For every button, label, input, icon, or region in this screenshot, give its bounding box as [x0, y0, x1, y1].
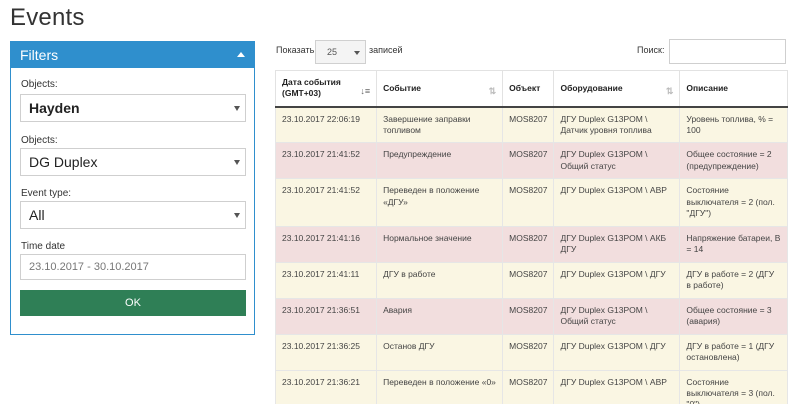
filters-header[interactable]: Filters — [11, 42, 254, 68]
cell-description: Уровень топлива, % = 100 — [679, 105, 788, 144]
column-header-date[interactable]: Дата события (GMT+03) ↓≡ — [274, 70, 378, 108]
table-row[interactable]: 23.10.2017 21:36:21 Переведен в положение… — [274, 369, 788, 404]
cell-equipment: ДГУ Duplex G13POM \ ДГУ — [553, 333, 681, 371]
chevron-down-icon — [234, 213, 240, 218]
search-input[interactable] — [669, 39, 786, 64]
chevron-up-icon[interactable] — [237, 52, 245, 57]
time-date-value: 23.10.2017 - 30.10.2017 — [29, 261, 149, 273]
cell-description: Общее состояние = 2 (предупреждение) — [679, 142, 788, 180]
cell-date: 23.10.2017 21:36:25 — [274, 333, 378, 371]
event-type-select[interactable]: All — [20, 201, 246, 229]
time-date-input[interactable]: 23.10.2017 - 30.10.2017 — [20, 254, 246, 280]
cell-description: Состояние выключателя = 2 (пол. "ДГУ") — [679, 178, 788, 227]
cell-equipment: ДГУ Duplex G13POM \ ДГУ — [553, 261, 681, 299]
objects-label-1: Objects: — [21, 79, 58, 90]
sort-icon[interactable]: ↓≡ — [360, 86, 370, 98]
objects-select-1[interactable]: Hayden — [20, 94, 246, 122]
page-title: Events — [10, 4, 85, 31]
page-size-value: 25 — [327, 47, 338, 57]
table-row[interactable]: 23.10.2017 21:41:52 Переведен в положение… — [274, 178, 788, 227]
cell-date: 23.10.2017 21:36:21 — [274, 369, 378, 404]
column-header-object[interactable]: Объект — [502, 70, 555, 108]
cell-object: MOS8207 — [502, 261, 555, 299]
cell-date: 23.10.2017 21:41:11 — [274, 261, 378, 299]
column-header-label: Объект — [509, 82, 541, 93]
cell-equipment: ДГУ Duplex G13POM \ АВР — [553, 178, 681, 227]
cell-description: ДГУ в работе = 1 (ДГУ остановлена) — [679, 333, 788, 371]
records-label: записей — [369, 45, 403, 55]
table-row[interactable]: 23.10.2017 21:41:16 Нормальное значение MO… — [274, 225, 788, 263]
cell-equipment: ДГУ Duplex G13POM \ Общий статус — [553, 142, 681, 180]
objects-label-2: Objects: — [21, 135, 58, 146]
cell-event: Завершение заправки топливом — [376, 105, 504, 144]
chevron-down-icon — [234, 160, 240, 165]
table-row[interactable]: 23.10.2017 21:36:51 Авария MOS8207 ДГУ Dupl… — [274, 297, 788, 335]
chevron-down-icon — [354, 51, 360, 55]
cell-date: 23.10.2017 21:41:52 — [274, 142, 378, 180]
column-header-label: Описание — [686, 82, 729, 93]
cell-equipment: ДГУ Duplex G13POM \ АВР — [553, 369, 681, 404]
table-row[interactable]: 23.10.2017 21:41:52 Предупреждение MOS8207… — [274, 142, 788, 180]
cell-object: MOS8207 — [502, 178, 555, 227]
cell-object: MOS8207 — [502, 369, 555, 404]
cell-description: Общее состояние = 3 (авария) — [679, 297, 788, 335]
table-row[interactable]: 23.10.2017 21:36:25 Останов ДГУ MOS8207 ДГУ… — [274, 333, 788, 371]
show-label: Показать — [276, 45, 315, 55]
table-row[interactable]: 23.10.2017 22:06:19 Завершение заправки т… — [274, 105, 788, 144]
objects-select-2[interactable]: DG Duplex — [20, 148, 246, 176]
cell-equipment: ДГУ Duplex G13POM \ Общий статус — [553, 297, 681, 335]
cell-object: MOS8207 — [502, 225, 555, 263]
column-header-label: Оборудование — [560, 82, 623, 93]
event-type-value: All — [29, 207, 45, 223]
cell-object: MOS8207 — [502, 105, 555, 144]
cell-event: Нормальное значение — [376, 225, 504, 263]
cell-event: Предупреждение — [376, 142, 504, 180]
cell-object: MOS8207 — [502, 142, 555, 180]
cell-date: 23.10.2017 21:36:51 — [274, 297, 378, 335]
table-header-row: Дата события (GMT+03) ↓≡ Событие ⇅ Объект … — [274, 70, 788, 108]
cell-object: MOS8207 — [502, 333, 555, 371]
time-date-label: Time date — [21, 241, 66, 252]
sort-icon[interactable]: ⇅ — [666, 86, 674, 98]
cell-event: Переведен в положение «ДГУ» — [376, 178, 504, 227]
column-header-description[interactable]: Описание — [679, 70, 788, 108]
chevron-down-icon — [234, 106, 240, 111]
event-type-label: Event type: — [21, 188, 72, 199]
filters-panel: Filters Objects: Hayden Objects: DG Dupl… — [10, 41, 255, 335]
cell-date: 23.10.2017 21:41:52 — [274, 178, 378, 227]
cell-equipment: ДГУ Duplex G13POM \ Датчик уровня топлив… — [553, 105, 681, 144]
cell-event: Авария — [376, 297, 504, 335]
cell-object: MOS8207 — [502, 297, 555, 335]
ok-button[interactable]: OK — [20, 290, 246, 316]
cell-event: Переведен в положение «0» — [376, 369, 504, 404]
cell-description: ДГУ в работе = 2 (ДГУ в работе) — [679, 261, 788, 299]
cell-event: ДГУ в работе — [376, 261, 504, 299]
cell-description: Напряжение батареи, В = 14 — [679, 225, 788, 263]
cell-date: 23.10.2017 21:41:16 — [274, 225, 378, 263]
table-row[interactable]: 23.10.2017 21:41:11 ДГУ в работе MOS8207 ДГ… — [274, 261, 788, 299]
column-header-label: Событие — [383, 82, 422, 93]
objects-value-1: Hayden — [29, 100, 80, 116]
cell-event: Останов ДГУ — [376, 333, 504, 371]
column-header-equipment[interactable]: Оборудование ⇅ — [553, 70, 681, 108]
cell-description: Состояние выключателя = 3 (пол. "0") — [679, 369, 788, 404]
column-header-event[interactable]: Событие ⇅ — [376, 70, 504, 108]
objects-value-2: DG Duplex — [29, 154, 98, 170]
search-label: Поиск: — [637, 45, 665, 55]
cell-date: 23.10.2017 22:06:19 — [274, 105, 378, 144]
events-table: Дата события (GMT+03) ↓≡ Событие ⇅ Объект … — [274, 70, 788, 404]
cell-equipment: ДГУ Duplex G13POM \ АКБ ДГУ — [553, 225, 681, 263]
sort-icon[interactable]: ⇅ — [489, 86, 497, 98]
page-size-select[interactable]: 25 — [315, 40, 366, 64]
column-header-label: Дата события (GMT+03) — [282, 77, 341, 99]
filters-title: Filters — [20, 47, 59, 63]
